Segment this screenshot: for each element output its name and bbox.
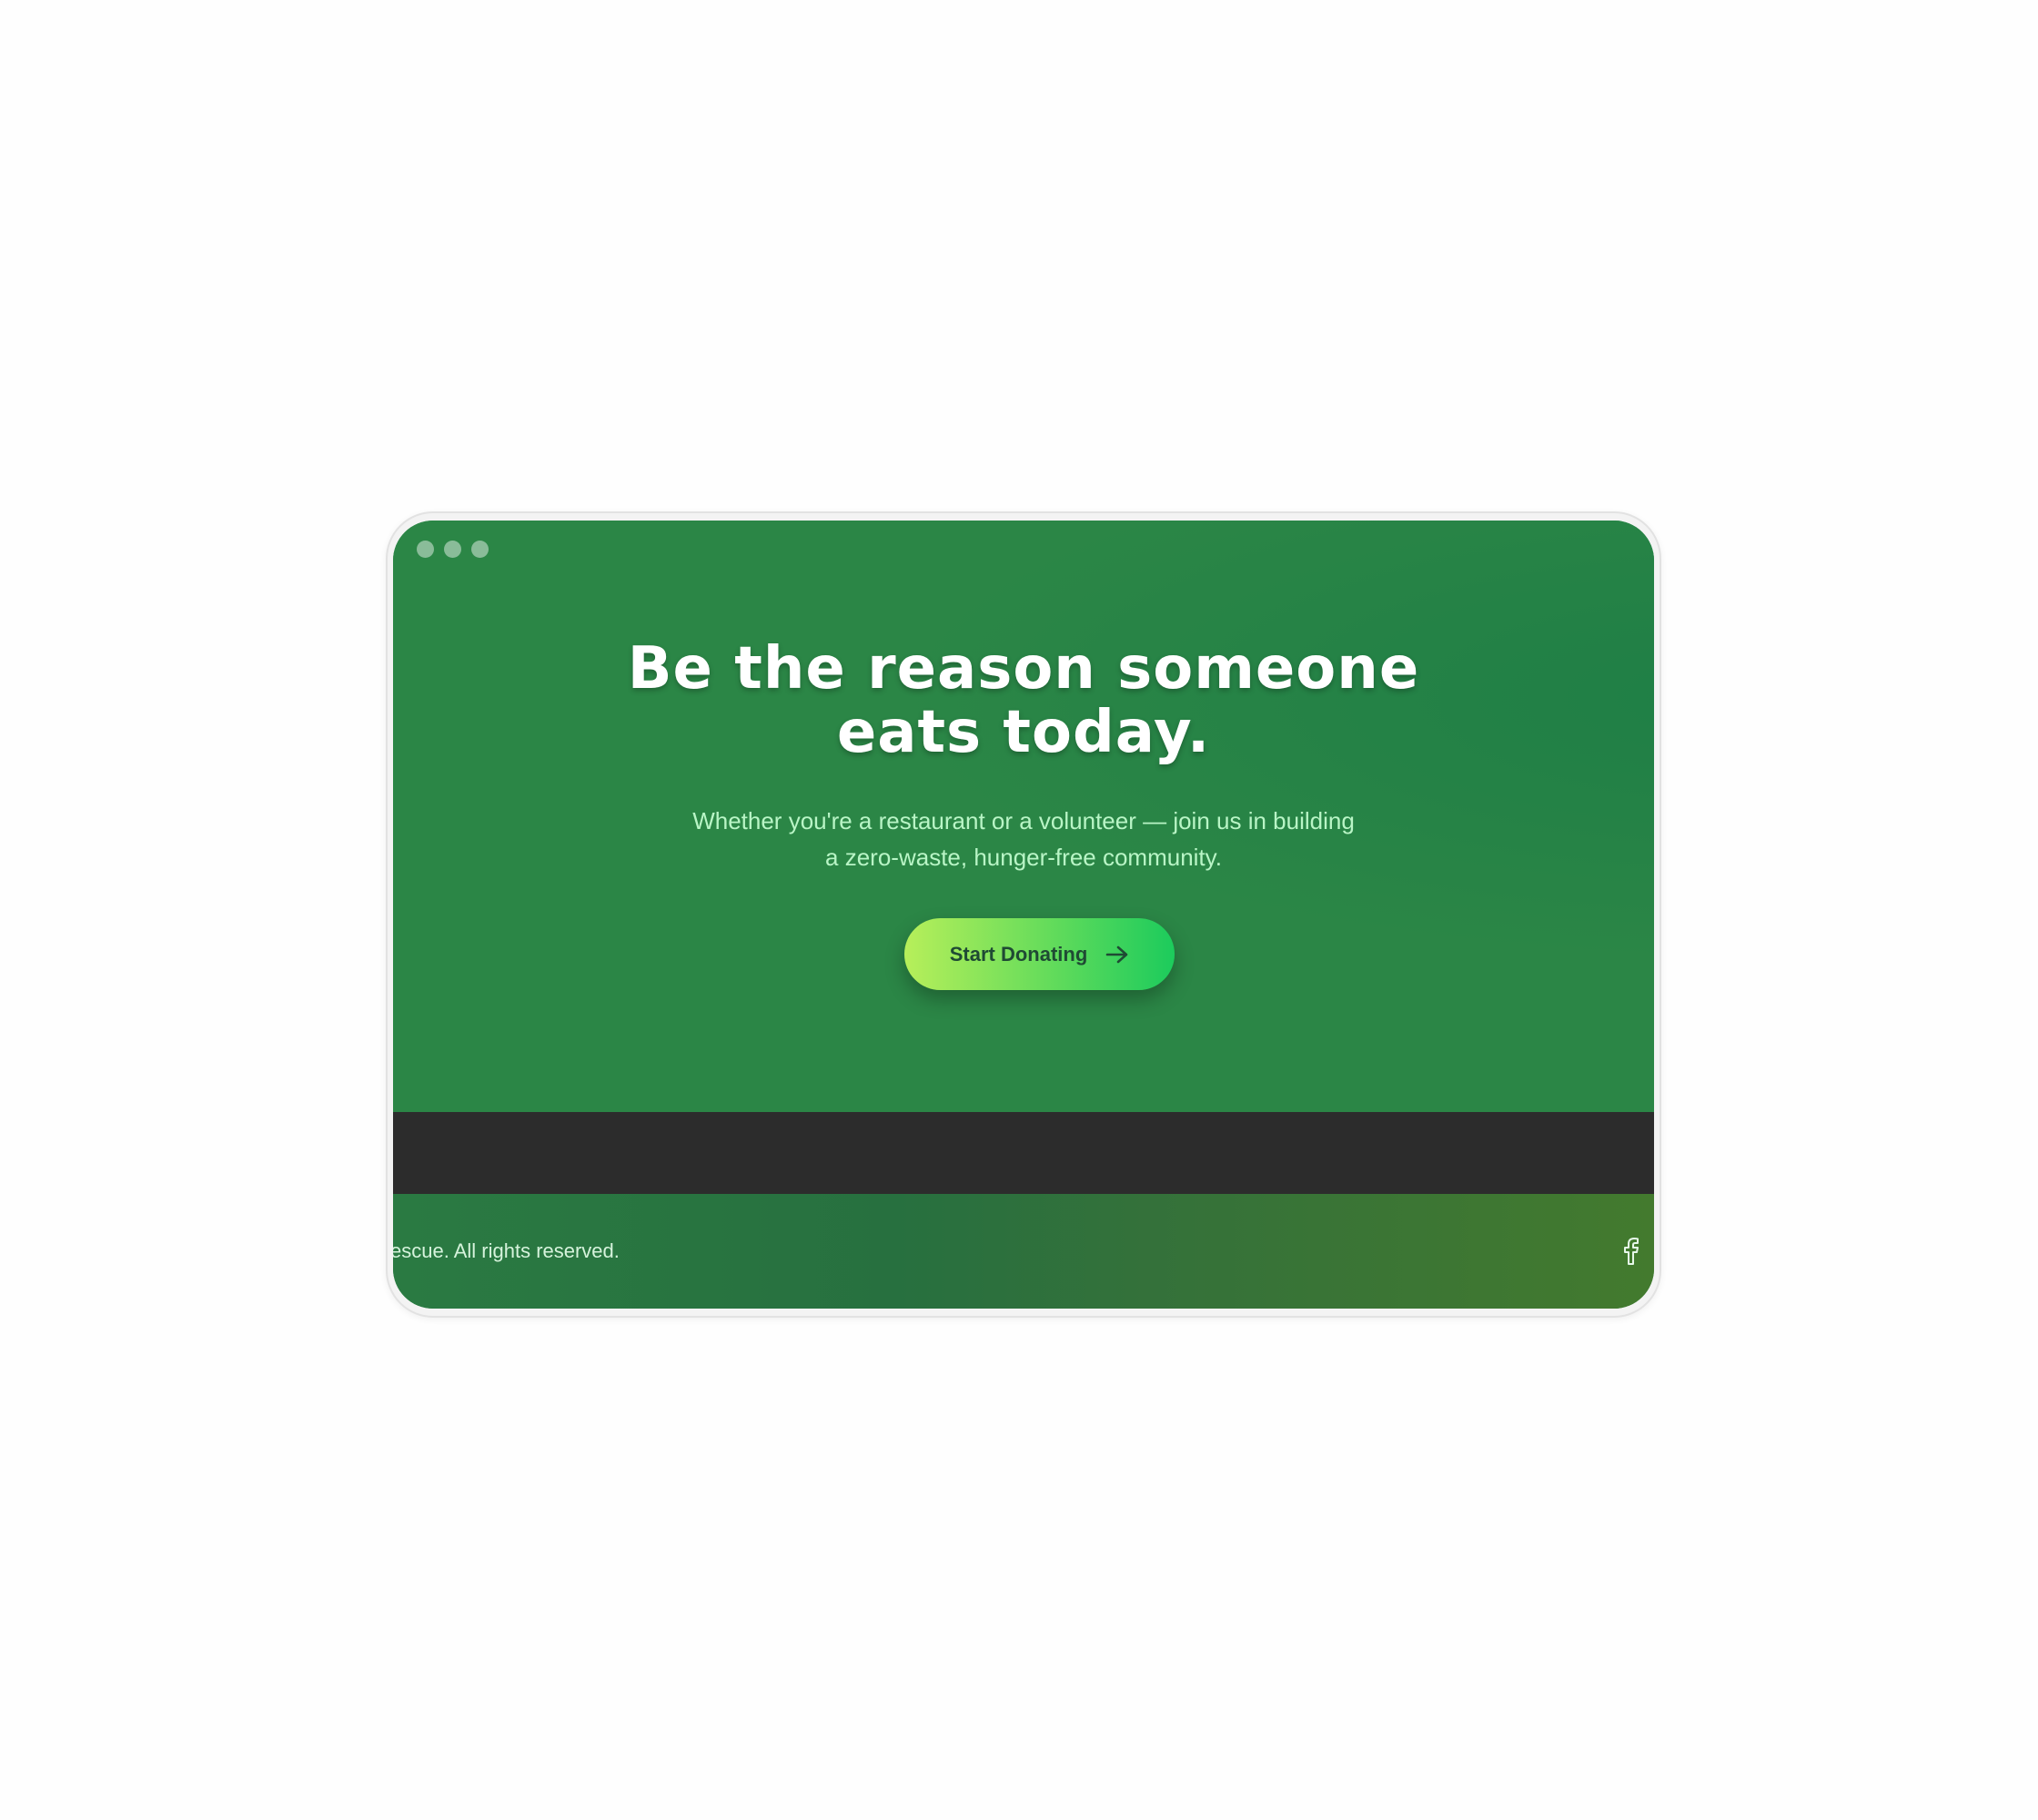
start-donating-label: Start Donating	[949, 942, 1088, 966]
hero-headline: Be the reason someone eats today.	[393, 637, 1654, 764]
hero-section: Be the reason someone eats today. Whethe…	[393, 521, 1654, 1112]
window-dot-3	[471, 541, 489, 558]
window-dot-2	[444, 541, 461, 558]
headline-line-2: eats today.	[836, 699, 1211, 766]
window-controls	[417, 541, 489, 558]
browser-window: Be the reason someone eats today. Whethe…	[393, 521, 1654, 1309]
start-donating-button[interactable]: Start Donating	[904, 918, 1175, 990]
subtext-line-2: a zero-waste, hunger-free community.	[825, 844, 1222, 871]
dark-divider-band	[393, 1112, 1654, 1194]
footer-copyright: escue. All rights reserved.	[393, 1239, 620, 1262]
footer: escue. All rights reserved.	[393, 1194, 1654, 1309]
window-dot-1	[417, 541, 434, 558]
headline-line-1: Be the reason someone	[627, 635, 1420, 703]
subtext-line-1: Whether you're a restaurant or a volunte…	[692, 807, 1355, 834]
hero-subtext: Whether you're a restaurant or a volunte…	[393, 803, 1654, 875]
facebook-icon[interactable]	[1619, 1236, 1643, 1267]
arrow-right-icon	[1105, 945, 1128, 963]
